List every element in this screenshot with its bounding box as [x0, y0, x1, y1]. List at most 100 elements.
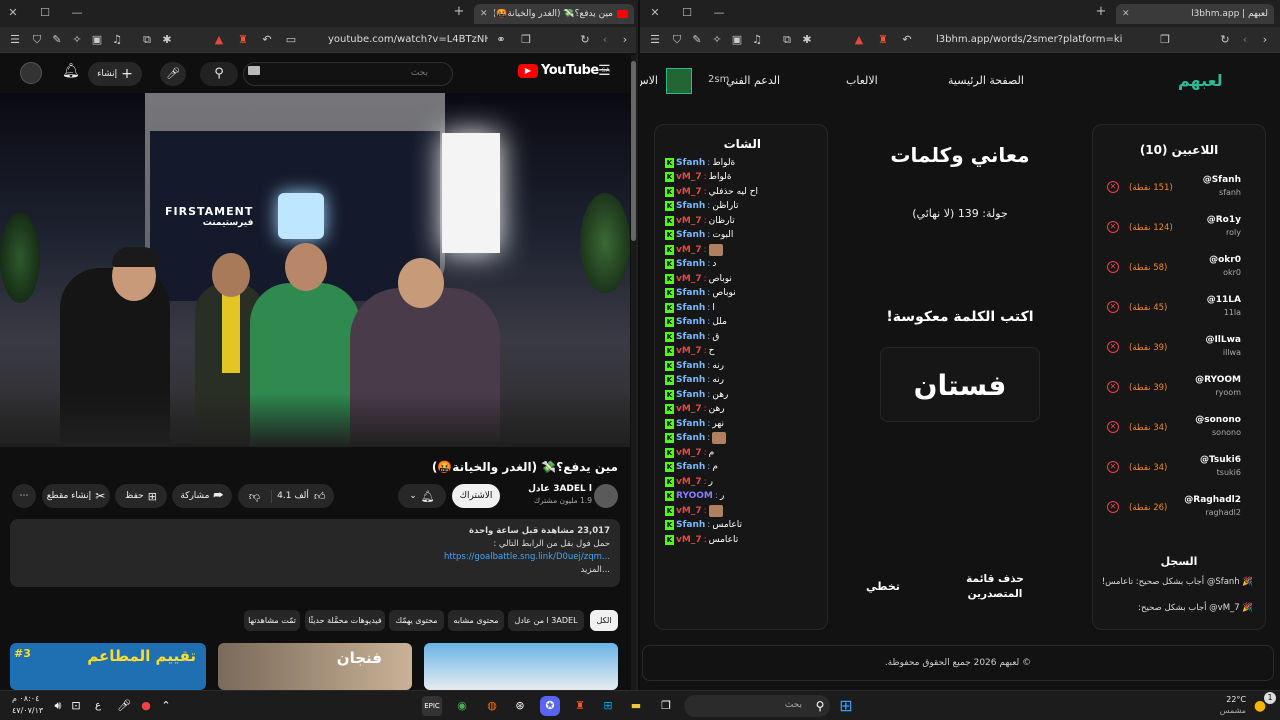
shield-icon[interactable]: ⛉	[670, 33, 684, 47]
network-icon[interactable]: ⊡	[66, 696, 86, 716]
taskbar-search[interactable]: بحث	[684, 695, 830, 717]
menu-icon[interactable]: ☰	[648, 33, 662, 46]
tray-overflow-icon[interactable]: ⌃	[156, 696, 176, 716]
minimize-window-icon[interactable]: —	[712, 6, 726, 19]
remove-player-icon[interactable]: ✕	[1107, 341, 1119, 353]
minimize-window-icon[interactable]: —	[70, 6, 84, 19]
chip-from-channel[interactable]: من عادل l 3ADEL	[508, 610, 584, 631]
chat-username[interactable]: Sfanh	[676, 230, 705, 240]
screenshot-icon[interactable]: ⧉	[140, 33, 154, 47]
video-description[interactable]: 23,017 مشاهدة قبل ساعة واحدة حمل فول بقل…	[10, 519, 620, 587]
close-tab-icon[interactable]: ✕	[1122, 9, 1130, 19]
chrome-icon[interactable]: ◉	[452, 696, 472, 716]
forward-icon[interactable]: ›	[618, 33, 632, 46]
sidebar-icon[interactable]: ▣	[730, 33, 744, 46]
chat-username[interactable]: Sfanh	[676, 259, 705, 269]
brave-shield-icon[interactable]: ♜	[236, 33, 250, 46]
puzzle-icon[interactable]: ✧	[70, 33, 84, 46]
menu-icon[interactable]: ☰	[8, 33, 22, 46]
maximize-window-icon[interactable]: ☐	[680, 6, 694, 19]
remove-player-icon[interactable]: ✕	[1107, 261, 1119, 273]
user-avatar[interactable]	[666, 68, 692, 94]
save-button[interactable]: حفظ ⊞	[115, 484, 167, 508]
shield-icon[interactable]: ⛉	[30, 33, 44, 47]
more-link[interactable]: ...المزيد	[20, 564, 611, 577]
microsoft-store-icon[interactable]: ⊞	[598, 696, 618, 716]
chat-username[interactable]: vM_7	[676, 172, 702, 182]
back-icon[interactable]: ‹	[598, 33, 612, 46]
chat-username[interactable]: Sfanh	[676, 317, 705, 327]
new-tab-button[interactable]: +	[1094, 4, 1108, 19]
chat-username[interactable]: vM_7	[676, 448, 702, 458]
voice-search-button[interactable]: 🎤︎	[160, 62, 186, 86]
music-icon[interactable]: ♫	[110, 33, 124, 46]
tray-app-icon[interactable]: ●	[136, 696, 156, 716]
avatar[interactable]	[20, 62, 42, 84]
remove-player-icon[interactable]: ✕	[1107, 181, 1119, 193]
chat-username[interactable]: Sfanh	[676, 375, 705, 385]
channel-name[interactable]: 3ADEL l عادل	[508, 484, 592, 494]
remove-player-icon[interactable]: ✕	[1107, 501, 1119, 513]
vpn-icon[interactable]: ▲	[852, 33, 866, 46]
chat-username[interactable]: Sfanh	[676, 288, 705, 298]
tab-l3bhm[interactable]: ✕ l3bhm.app | لعبهم	[1116, 4, 1274, 24]
chat-username[interactable]: vM_7	[676, 346, 702, 356]
reload-history-icon[interactable]: ↶	[900, 33, 914, 46]
chat-username[interactable]: vM_7	[676, 274, 702, 284]
firefox-icon[interactable]: ◍	[482, 696, 502, 716]
recommended-thumb-3[interactable]	[424, 643, 618, 690]
chip-recently-uploaded[interactable]: فيديوهات محمَّلة حديثًا	[305, 610, 385, 631]
chat-username[interactable]: vM_7	[676, 187, 702, 197]
chat-username[interactable]: vM_7	[676, 506, 702, 516]
start-icon[interactable]: ⊞	[836, 696, 856, 716]
task-view-icon[interactable]: ❐	[656, 696, 676, 716]
chip-watched[interactable]: تمّت مشاهدتها	[244, 610, 300, 631]
close-tab-icon[interactable]: ✕	[480, 9, 488, 19]
chat-username[interactable]: Sfanh	[676, 201, 705, 211]
reload-history-icon[interactable]: ↶	[260, 33, 274, 46]
maximize-window-icon[interactable]: ☐	[38, 6, 52, 19]
epic-games-icon[interactable]: EPIC	[422, 696, 442, 716]
url-field[interactable]: l3bhm.app/words/2smer?platform=kick	[936, 34, 1122, 45]
remove-player-icon[interactable]: ✕	[1107, 381, 1119, 393]
extensions-icon[interactable]: ✱	[160, 33, 174, 46]
site-logo[interactable]: لعبهم	[1178, 71, 1223, 90]
wand-icon[interactable]: ✎	[50, 33, 64, 46]
reload-icon[interactable]: ↻	[1218, 33, 1232, 46]
discord-icon[interactable]: ✪	[540, 696, 560, 716]
chat-username[interactable]: Sfanh	[676, 462, 705, 472]
close-window-icon[interactable]: ✕	[6, 6, 20, 19]
share-button[interactable]: مشاركة ⮫	[172, 484, 232, 508]
remove-player-icon[interactable]: ✕	[1107, 461, 1119, 473]
file-explorer-icon[interactable]: ▬	[626, 696, 646, 716]
nav-support[interactable]: الدعم الفني	[726, 74, 780, 87]
skip-button[interactable]: تخطي	[866, 580, 900, 593]
dislike-icon[interactable]: 👎︎	[238, 489, 272, 503]
like-icon[interactable]: 👍︎	[314, 490, 334, 503]
remove-player-icon[interactable]: ✕	[1107, 221, 1119, 233]
extensions-icon[interactable]: ✱	[800, 33, 814, 46]
brave-shield-icon[interactable]: ♜	[876, 33, 890, 46]
forward-icon[interactable]: ›	[1258, 33, 1272, 46]
reload-icon[interactable]: ↻	[578, 33, 592, 46]
video-player[interactable]: FIRSTAMENT فيرستيمنت	[0, 93, 630, 447]
scrollbar-thumb[interactable]	[631, 61, 636, 241]
chat-username[interactable]: vM_7	[676, 535, 702, 545]
speaker-icon[interactable]: 🔊︎	[48, 696, 68, 716]
subscribe-button[interactable]: الاشتراك	[452, 484, 500, 508]
recommended-thumb-1[interactable]: تقييم المطاعم #3	[10, 643, 206, 690]
screenshot-icon[interactable]: ⧉	[780, 33, 794, 47]
clock[interactable]: ٠٨:٠٤ م ٤٧/٠٧/١٣	[12, 693, 43, 717]
chat-username[interactable]: Sfanh	[676, 433, 705, 443]
pip-icon[interactable]: ▭	[284, 33, 298, 46]
wand-icon[interactable]: ✎	[690, 33, 704, 46]
new-tab-button[interactable]: +	[452, 4, 466, 19]
chat-username[interactable]: vM_7	[676, 245, 702, 255]
search-input[interactable]: بحث	[243, 62, 453, 86]
hamburger-menu-icon[interactable]: ☰	[598, 63, 611, 79]
chat-username[interactable]: RYOOM	[676, 491, 713, 501]
notification-badge[interactable]: 1	[1264, 692, 1276, 704]
puzzle-icon[interactable]: ✧	[710, 33, 724, 46]
remove-player-icon[interactable]: ✕	[1107, 301, 1119, 313]
create-button[interactable]: إنشاء +	[88, 62, 142, 86]
